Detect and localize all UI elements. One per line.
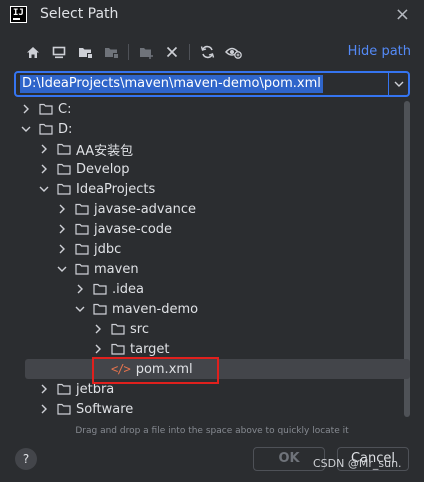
tree-item-label: src bbox=[130, 321, 149, 337]
tree-item-label: C: bbox=[58, 101, 72, 117]
tree-item-label: IdeaProjects bbox=[76, 181, 156, 197]
folder-icon bbox=[57, 183, 76, 195]
tree-folder-item[interactable]: Software bbox=[14, 399, 410, 419]
tree-item-label: maven bbox=[94, 261, 139, 277]
tree-folder-item[interactable]: target bbox=[14, 339, 410, 359]
folder-icon bbox=[39, 103, 58, 115]
project-folder-icon[interactable] bbox=[74, 42, 96, 62]
tree-item-label: Develop bbox=[76, 161, 130, 177]
csdn-watermark: CSDN @Mr_sun. bbox=[313, 457, 402, 470]
close-icon[interactable]: × bbox=[395, 4, 410, 25]
chevron-right-icon[interactable] bbox=[38, 383, 50, 395]
tree-folder-item[interactable]: maven-demo bbox=[14, 299, 410, 319]
chevron-right-icon[interactable] bbox=[92, 343, 104, 355]
refresh-icon[interactable] bbox=[196, 42, 218, 62]
chevron-right-icon[interactable] bbox=[38, 403, 50, 415]
help-button[interactable]: ? bbox=[15, 448, 37, 470]
tree-item-label: javase-advance bbox=[94, 201, 196, 217]
chevron-right-icon[interactable] bbox=[38, 143, 50, 155]
folder-icon bbox=[75, 223, 94, 235]
hide-path-link[interactable]: Hide path bbox=[348, 44, 411, 59]
tree-folder-item[interactable]: IdeaProjects bbox=[14, 179, 410, 199]
tree-folder-item[interactable]: javase-code bbox=[14, 219, 410, 239]
new-folder-icon[interactable] bbox=[135, 42, 157, 62]
desktop-icon[interactable] bbox=[48, 42, 70, 62]
tree-item-label: maven-demo bbox=[112, 301, 199, 317]
folder-icon bbox=[93, 303, 112, 315]
chevron-right-icon[interactable] bbox=[92, 323, 104, 335]
chevron-down-icon[interactable] bbox=[38, 183, 50, 195]
delete-icon[interactable] bbox=[161, 42, 183, 62]
chevron-down-icon[interactable] bbox=[20, 123, 32, 135]
tree-folder-item[interactable]: maven bbox=[14, 259, 410, 279]
chevron-down-icon[interactable] bbox=[388, 73, 408, 95]
toolbar-separator bbox=[189, 44, 190, 60]
chevron-right-icon[interactable] bbox=[20, 103, 32, 115]
tree-item-label: .idea bbox=[112, 281, 144, 297]
tree-folder-item[interactable]: AA安装包 bbox=[14, 139, 410, 159]
folder-icon bbox=[111, 323, 130, 335]
tree-folder-item[interactable]: D: bbox=[14, 119, 410, 139]
folder-icon bbox=[93, 283, 112, 295]
tree-folder-item[interactable]: C: bbox=[14, 99, 410, 119]
toolbar-separator bbox=[128, 44, 129, 60]
tree-folder-item[interactable]: .idea bbox=[14, 279, 410, 299]
chevron-right-icon[interactable] bbox=[56, 203, 68, 215]
tree-folder-item[interactable]: jdbc bbox=[14, 239, 410, 259]
annotation-highlight-box bbox=[92, 357, 219, 384]
tree-item-label: javase-code bbox=[94, 221, 173, 237]
tree-item-label: jdbc bbox=[94, 241, 122, 257]
show-hidden-icon[interactable] bbox=[222, 42, 244, 62]
tree-folder-item[interactable]: Develop bbox=[14, 159, 410, 179]
tree-item-label: AA安装包 bbox=[76, 143, 134, 159]
title-bar: IJ Select Path × bbox=[0, 0, 424, 30]
chevron-down-icon[interactable] bbox=[74, 303, 86, 315]
tree-folder-item[interactable]: javase-advance bbox=[14, 199, 410, 219]
toolbar bbox=[22, 42, 248, 62]
tree-folder-item[interactable]: src bbox=[14, 319, 410, 339]
folder-icon bbox=[57, 143, 76, 155]
path-input[interactable]: D:\IdeaProjects\maven\maven-demo\pom.xml bbox=[14, 71, 410, 97]
chevron-right-icon[interactable] bbox=[56, 243, 68, 255]
chevron-right-icon[interactable] bbox=[56, 223, 68, 235]
folder-icon bbox=[111, 343, 130, 355]
dialog-title: Select Path bbox=[40, 6, 119, 22]
path-input-value[interactable]: D:\IdeaProjects\maven\maven-demo\pom.xml bbox=[20, 75, 323, 93]
tree-item-label: target bbox=[130, 341, 170, 357]
folder-icon bbox=[57, 383, 76, 395]
tree-item-label: D: bbox=[58, 121, 73, 137]
chevron-right-icon[interactable] bbox=[38, 163, 50, 175]
chevron-right-icon[interactable] bbox=[74, 283, 86, 295]
home-icon[interactable] bbox=[22, 42, 44, 62]
module-folder-icon[interactable] bbox=[100, 42, 122, 62]
folder-icon bbox=[75, 203, 94, 215]
intellij-logo: IJ bbox=[10, 6, 27, 23]
folder-icon bbox=[75, 263, 94, 275]
folder-icon bbox=[57, 163, 76, 175]
chevron-down-icon[interactable] bbox=[56, 263, 68, 275]
folder-icon bbox=[57, 403, 76, 415]
drag-drop-hint: Drag and drop a file into the space abov… bbox=[75, 426, 349, 436]
folder-icon bbox=[39, 123, 58, 135]
folder-icon bbox=[75, 243, 94, 255]
tree-item-label: Software bbox=[76, 401, 134, 417]
